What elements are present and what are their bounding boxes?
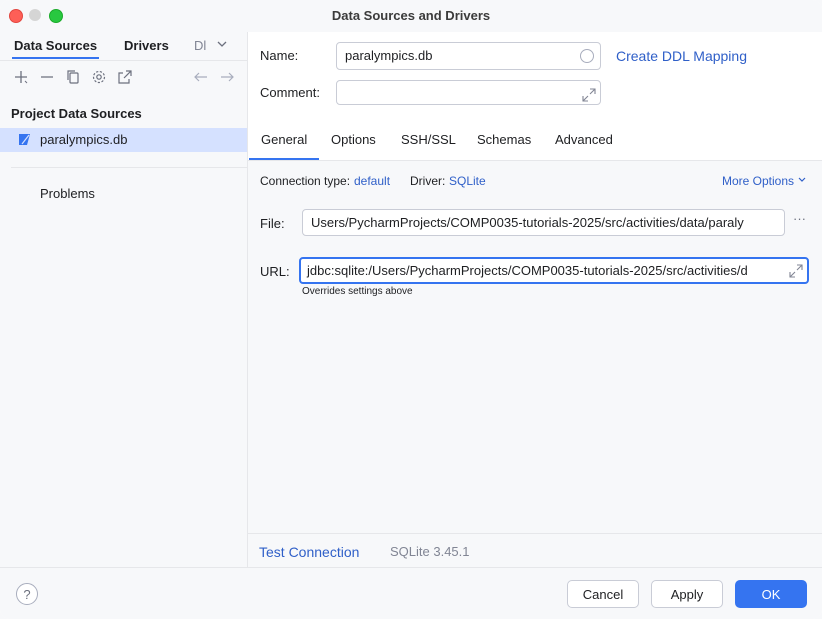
settings-tabs: General Options SSH/SSL Schemas Advanced <box>248 122 822 161</box>
connection-type-value[interactable]: default <box>354 174 390 188</box>
tab-data-sources[interactable]: Data Sources <box>11 38 100 59</box>
create-ddl-mapping-link[interactable]: Create DDL Mapping <box>616 48 747 64</box>
file-value: Users/PycharmProjects/COMP0035-tutorials… <box>311 215 744 230</box>
sqlite-version: SQLite 3.45.1 <box>390 544 470 559</box>
arrow-back-icon[interactable] <box>192 68 210 86</box>
file-label: File: <box>260 216 285 231</box>
dialog-buttons-bar: ? Cancel Apply OK <box>0 567 822 619</box>
url-label: URL: <box>260 264 290 279</box>
open-external-icon[interactable] <box>116 68 134 86</box>
chevron-down-icon[interactable] <box>216 38 228 53</box>
general-tab-content: Connection type: default Driver: SQLite … <box>248 161 822 533</box>
data-source-item-paralympics[interactable]: paralympics.db <box>0 128 247 152</box>
ok-button[interactable]: OK <box>735 580 807 608</box>
right-panel: Name: paralympics.db Create DDL Mapping … <box>248 32 822 568</box>
connection-footer: Test Connection SQLite 3.45.1 <box>248 533 822 568</box>
help-icon[interactable]: ? <box>16 583 38 605</box>
comment-field[interactable] <box>336 80 601 105</box>
copy-icon[interactable] <box>64 68 82 86</box>
expand-icon[interactable] <box>789 262 803 282</box>
url-hint: Overrides settings above <box>302 286 413 297</box>
more-options-label: More Options <box>722 174 795 188</box>
connection-type-label: Connection type: <box>260 174 351 188</box>
left-tabs: Data Sources Drivers Dl <box>0 32 247 60</box>
title-bar: Data Sources and Drivers <box>0 0 822 32</box>
apply-button[interactable]: Apply <box>651 580 723 608</box>
expand-icon[interactable] <box>582 85 596 104</box>
project-data-sources-header: Project Data Sources <box>11 106 142 121</box>
data-sources-dialog: Data Sources and Drivers Data Sources Dr… <box>0 0 822 619</box>
tab-drivers[interactable]: Drivers <box>124 38 169 53</box>
arrow-forward-icon[interactable] <box>218 68 236 86</box>
test-connection-link[interactable]: Test Connection <box>259 544 359 560</box>
cancel-button[interactable]: Cancel <box>567 580 639 608</box>
url-field[interactable]: jdbc:sqlite:/Users/PycharmProjects/COMP0… <box>299 257 809 284</box>
name-label: Name: <box>260 48 299 63</box>
browse-file-icon[interactable]: ··· <box>793 211 806 226</box>
comment-label: Comment: <box>260 85 320 100</box>
tab-advanced[interactable]: Advanced <box>555 132 613 147</box>
color-circle-icon[interactable] <box>580 49 594 63</box>
left-toolbar <box>0 62 247 92</box>
more-options-dropdown[interactable]: More Options <box>722 174 807 188</box>
driver-label: Driver: <box>410 174 446 188</box>
add-icon[interactable] <box>12 68 30 86</box>
name-field[interactable]: paralympics.db <box>336 42 601 70</box>
url-value: jdbc:sqlite:/Users/PycharmProjects/COMP0… <box>307 263 748 278</box>
data-source-label: paralympics.db <box>40 132 128 147</box>
window-title: Data Sources and Drivers <box>331 8 491 23</box>
driver-value[interactable]: SQLite <box>449 174 486 188</box>
gear-icon[interactable] <box>90 68 108 86</box>
chevron-down-icon <box>797 174 807 188</box>
name-value: paralympics.db <box>345 48 433 63</box>
left-panel: Data Sources Drivers Dl Project Data Sou… <box>0 32 248 567</box>
tab-options[interactable]: Options <box>331 132 376 147</box>
problems-item[interactable]: Problems <box>40 186 95 201</box>
tab-schemas[interactable]: Schemas <box>477 132 531 147</box>
tab-general[interactable]: General <box>248 132 320 160</box>
tab-ssh-ssl[interactable]: SSH/SSL <box>401 132 456 147</box>
file-field[interactable]: Users/PycharmProjects/COMP0035-tutorials… <box>302 209 785 236</box>
tab-ddl-truncated[interactable]: Dl <box>194 38 206 53</box>
remove-icon[interactable] <box>38 68 56 86</box>
divider <box>11 167 247 168</box>
sqlite-icon <box>18 133 31 146</box>
